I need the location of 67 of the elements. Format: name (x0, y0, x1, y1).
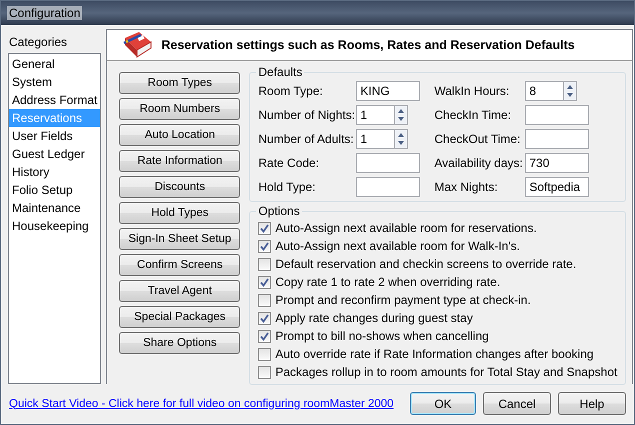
field-label: Availability days: (434, 156, 524, 170)
dialog-button[interactable]: Help (558, 392, 626, 415)
checkbox[interactable] (258, 366, 272, 378)
checkbox[interactable] (258, 294, 272, 306)
setup-button[interactable]: Auto Location (119, 124, 240, 146)
text-field[interactable]: 730 (525, 153, 590, 173)
setup-button[interactable]: Rate Information (119, 150, 240, 172)
field-label: Max Nights: (434, 180, 499, 194)
field-label: Hold Type: (258, 180, 317, 194)
option-label: Copy rate 1 to rate 2 when overriding rate. (275, 275, 500, 289)
option-label: Default reservation and checkin screens to override rate. (275, 257, 576, 271)
setup-button[interactable]: Sign-In Sheet Setup (119, 228, 240, 250)
setup-button[interactable]: Confirm Screens (119, 254, 240, 276)
categories-label: Categories (9, 35, 68, 49)
option-label: Auto-Assign next available room for Walk-In's. (275, 239, 520, 253)
field-label: WalkIn Hours: (434, 84, 510, 98)
text-field[interactable]: Softpedia (525, 177, 590, 197)
group-title: Defaults (257, 65, 304, 79)
window-title: Configuration (7, 6, 82, 20)
category-item[interactable]: Address Format (9, 91, 100, 109)
video-link[interactable]: Quick Start Video - Click here for full video on configuring roomMaster 2000 (9, 398, 403, 410)
text-field[interactable] (356, 153, 420, 173)
option-label: Prompt to bill no-shows when cancelling (275, 329, 489, 343)
option-label: Auto override rate if Rate Information changes after booking (275, 347, 594, 361)
category-item[interactable]: History (9, 163, 100, 181)
category-item[interactable]: Maintenance (9, 199, 100, 217)
text-field[interactable] (525, 129, 590, 149)
setup-button[interactable]: Room Types (119, 72, 240, 94)
field-label: Number of Adults: (258, 132, 355, 146)
category-item[interactable]: System (9, 73, 100, 91)
text-field[interactable]: KING (356, 81, 420, 101)
spinner-arrows-icon[interactable] (394, 105, 408, 125)
setup-button[interactable]: Share Options (119, 332, 240, 354)
dialog-button[interactable]: OK (410, 392, 476, 415)
category-item[interactable]: Folio Setup (9, 181, 100, 199)
setup-button[interactable]: Special Packages (119, 306, 240, 328)
checkbox[interactable] (258, 222, 272, 234)
category-item[interactable]: General (9, 55, 100, 73)
option-label: Apply rate changes during guest stay (275, 311, 473, 325)
field-label: Room Type: (258, 84, 324, 98)
checkbox[interactable] (258, 348, 272, 360)
category-item[interactable]: Guest Ledger (9, 145, 100, 163)
spinner-arrows-icon[interactable] (563, 81, 578, 101)
option-label: Prompt and reconfirm payment type at check-in. (275, 293, 531, 307)
option-label: Auto-Assign next available room for reservations. (275, 221, 537, 235)
category-item[interactable]: Housekeeping (9, 217, 100, 235)
field-label: CheckIn Time: (434, 108, 512, 122)
checkbox[interactable] (258, 276, 272, 288)
checkbox[interactable] (258, 258, 272, 270)
spinner-arrows-icon[interactable] (394, 129, 408, 149)
setup-button[interactable]: Room Numbers (119, 98, 240, 120)
setup-button[interactable]: Travel Agent (119, 280, 240, 302)
group-title: Options (257, 204, 301, 218)
setup-button[interactable]: Hold Types (119, 202, 240, 224)
checkbox[interactable] (258, 312, 272, 324)
field-label: CheckOut Time: (434, 132, 522, 146)
field-label: Rate Code: (258, 156, 320, 170)
header-title: Reservation settings such as Rooms, Rates and Reservation Defaults (161, 38, 575, 52)
field-label: Number of Nights: (258, 108, 356, 122)
category-item[interactable]: User Fields (9, 127, 100, 145)
checkbox[interactable] (258, 330, 272, 342)
text-field[interactable] (356, 177, 420, 197)
text-field[interactable] (525, 105, 590, 125)
dialog-button[interactable]: Cancel (483, 392, 551, 415)
setup-button[interactable]: Discounts (119, 176, 240, 198)
checkbox[interactable] (258, 240, 272, 252)
option-label: Packages rollup in to room amounts for Total Stay and Snapshot (275, 365, 618, 379)
